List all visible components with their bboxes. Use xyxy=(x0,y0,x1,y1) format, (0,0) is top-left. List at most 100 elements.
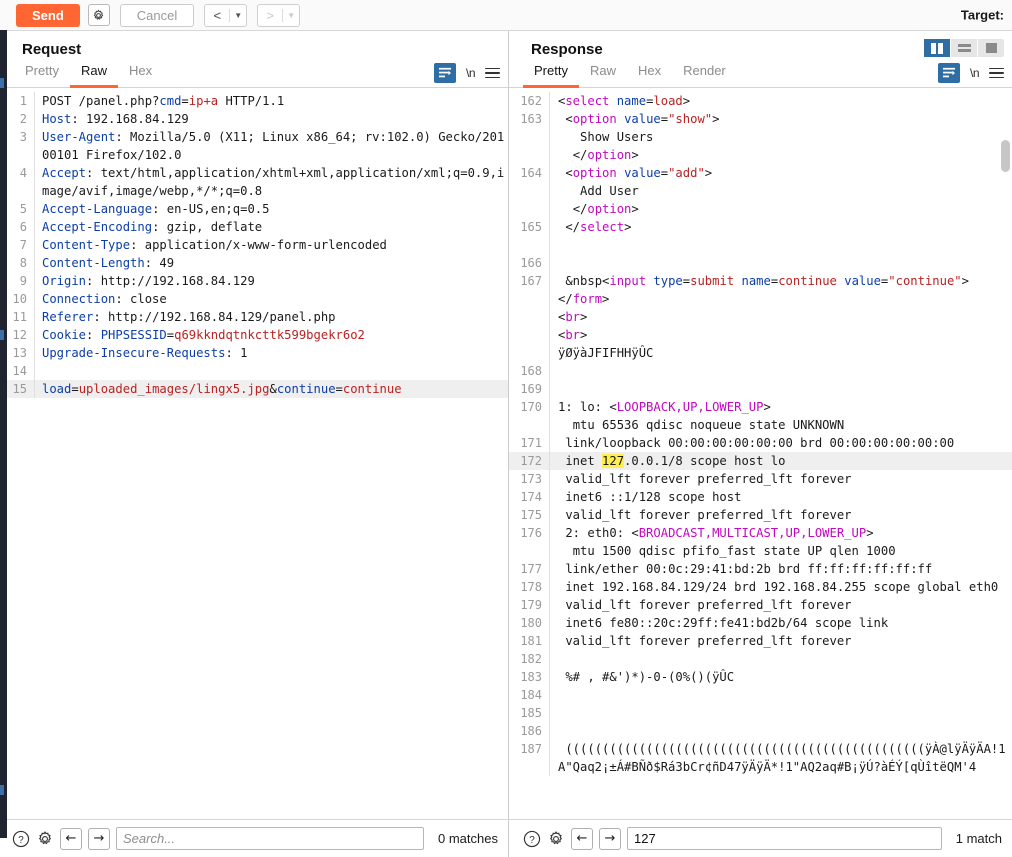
code-line[interactable]: 177 link/ether 00:0c:29:41:bd:2b brd ff:… xyxy=(509,560,1012,578)
code-line[interactable]: 163 <option value="show"> xyxy=(509,110,1012,128)
code-line[interactable]: 172 inet 127.0.0.1/8 scope host lo xyxy=(509,452,1012,470)
code-line[interactable]: 2 Host: 192.168.84.129 xyxy=(0,110,508,128)
tab-request-raw[interactable]: Raw xyxy=(69,59,118,88)
line-content[interactable]: inet6 fe80::20c:29ff:fe41:bd2b/64 scope … xyxy=(549,614,1012,632)
line-content[interactable]: ​ xyxy=(549,686,1012,704)
line-content[interactable]: inet 192.168.84.129/24 brd 192.168.84.25… xyxy=(549,578,1012,596)
code-line[interactable]: 181 valid_lft forever preferred_lft fore… xyxy=(509,632,1012,650)
response-search-prev-button[interactable]: ← xyxy=(571,827,593,850)
line-content[interactable]: Add User xyxy=(549,182,1012,200)
line-content[interactable]: <option value="show"> xyxy=(549,110,1012,128)
response-show-newlines-button[interactable]: \n xyxy=(970,66,980,80)
layout-split-vertical-button[interactable] xyxy=(924,39,950,57)
response-search-input[interactable] xyxy=(627,827,942,850)
request-search-next-button[interactable]: → xyxy=(88,827,110,850)
line-content[interactable]: Accept-Encoding: gzip, deflate xyxy=(34,218,508,236)
code-line[interactable]: 182 ​ xyxy=(509,650,1012,668)
response-word-wrap-button[interactable] xyxy=(937,63,960,83)
code-line[interactable]: 166 ​ xyxy=(509,254,1012,272)
go-back-button[interactable]: < xyxy=(205,5,229,26)
code-line[interactable]: 8 Content-Length: 49 xyxy=(0,254,508,272)
line-content[interactable]: ​ xyxy=(549,722,1012,740)
code-line[interactable]: 185 ​ xyxy=(509,704,1012,722)
tab-request-pretty[interactable]: Pretty xyxy=(14,59,70,88)
line-content[interactable]: Accept: text/html,application/xhtml+xml,… xyxy=(34,164,508,200)
code-line[interactable]: </option> xyxy=(509,200,1012,218)
line-content[interactable]: 2: eth0: <BROADCAST,MULTICAST,UP,LOWER_U… xyxy=(549,524,1012,542)
code-line[interactable]: 175 valid_lft forever preferred_lft fore… xyxy=(509,506,1012,524)
send-button[interactable]: Send xyxy=(16,3,80,27)
line-content[interactable]: <select name=load> xyxy=(549,92,1012,110)
go-back-dropdown-caret[interactable]: ▼ xyxy=(230,5,246,26)
layout-single-pane-button[interactable] xyxy=(978,39,1004,57)
line-content[interactable]: Referer: http://192.168.84.129/panel.php xyxy=(34,308,508,326)
line-content[interactable]: mtu 65536 qdisc noqueue state UNKNOWN xyxy=(549,416,1012,434)
code-line[interactable]: 7 Content-Type: application/x-www-form-ur… xyxy=(0,236,508,254)
code-line[interactable]: ​ xyxy=(509,236,1012,254)
line-content[interactable]: POST /panel.php?cmd=ip+a HTTP/1.1 xyxy=(34,92,508,110)
line-content[interactable]: </form> xyxy=(549,290,1012,308)
line-content[interactable]: mtu 1500 qdisc pfifo_fast state UP qlen … xyxy=(549,542,1012,560)
code-line[interactable]: 171 link/loopback 00:00:00:00:00:00 brd … xyxy=(509,434,1012,452)
tab-response-render[interactable]: Render xyxy=(672,59,737,88)
tab-response-hex[interactable]: Hex xyxy=(627,59,672,88)
line-content[interactable]: User-Agent: Mozilla/5.0 (X11; Linux x86_… xyxy=(34,128,508,164)
line-content[interactable]: Origin: http://192.168.84.129 xyxy=(34,272,508,290)
code-line[interactable]: 184 ​ xyxy=(509,686,1012,704)
line-content[interactable]: link/ether 00:0c:29:41:bd:2b brd ff:ff:f… xyxy=(549,560,1012,578)
line-content[interactable]: <br> xyxy=(549,326,1012,344)
code-line[interactable]: 170 1: lo: <LOOPBACK,UP,LOWER_UP> xyxy=(509,398,1012,416)
request-search-input[interactable] xyxy=(116,827,425,850)
code-line[interactable]: 4 Accept: text/html,application/xhtml+xml… xyxy=(0,164,508,200)
line-content[interactable]: ​ xyxy=(549,704,1012,722)
line-content[interactable]: ​ xyxy=(549,362,1012,380)
line-content[interactable]: 1: lo: <LOOPBACK,UP,LOWER_UP> xyxy=(549,398,1012,416)
code-line[interactable]: 169 ​ xyxy=(509,380,1012,398)
line-content[interactable]: &nbsp<input type=submit name=continue va… xyxy=(549,272,1012,290)
line-content[interactable]: </option> xyxy=(549,146,1012,164)
code-line[interactable]: 178 inet 192.168.84.129/24 brd 192.168.8… xyxy=(509,578,1012,596)
go-forward-group[interactable]: > ▼ xyxy=(257,3,301,27)
code-line[interactable]: 167 &nbsp<input type=submit name=continu… xyxy=(509,272,1012,290)
code-line[interactable]: 165 </select> xyxy=(509,218,1012,236)
line-content[interactable]: ​ xyxy=(549,650,1012,668)
response-search-next-button[interactable]: → xyxy=(599,827,621,850)
code-line[interactable]: 14​ xyxy=(0,362,508,380)
gear-icon[interactable] xyxy=(547,830,565,848)
line-content[interactable]: %# , #&')*)-0-(0%()(ÿÛC xyxy=(549,668,1012,686)
tab-response-raw[interactable]: Raw xyxy=(579,59,627,88)
line-content[interactable]: link/loopback 00:00:00:00:00:00 brd 00:0… xyxy=(549,434,1012,452)
code-line[interactable]: 187 ((((((((((((((((((((((((((((((((((((… xyxy=(509,740,1012,776)
help-icon[interactable]: ? xyxy=(523,830,541,848)
request-code[interactable]: 1 POST /panel.php?cmd=ip+a HTTP/1.1 2 Host:… xyxy=(0,88,508,819)
request-menu-button[interactable] xyxy=(485,67,500,79)
code-line[interactable]: 174 inet6 ::1/128 scope host xyxy=(509,488,1012,506)
request-word-wrap-button[interactable] xyxy=(433,63,456,83)
layout-split-horizontal-button[interactable] xyxy=(951,39,977,57)
code-line[interactable]: 11 Referer: http://192.168.84.129/panel.p… xyxy=(0,308,508,326)
code-line[interactable]: 186 ​ xyxy=(509,722,1012,740)
line-content[interactable]: valid_lft forever preferred_lft forever xyxy=(549,506,1012,524)
code-line[interactable]: 176 2: eth0: <BROADCAST,MULTICAST,UP,LOW… xyxy=(509,524,1012,542)
code-line[interactable]: Show Users xyxy=(509,128,1012,146)
code-line[interactable]: 3 User-Agent: Mozilla/5.0 (X11; Linux x86… xyxy=(0,128,508,164)
code-line[interactable]: 10 Connection: close xyxy=(0,290,508,308)
tab-response-pretty[interactable]: Pretty xyxy=(523,59,579,88)
request-settings-button[interactable] xyxy=(87,4,110,26)
code-line[interactable]: 1 POST /panel.php?cmd=ip+a HTTP/1.1 xyxy=(0,92,508,110)
response-menu-button[interactable] xyxy=(989,67,1004,79)
go-forward-dropdown-caret[interactable]: ▼ xyxy=(283,5,299,26)
code-line[interactable]: Add User xyxy=(509,182,1012,200)
code-line[interactable]: 179 valid_lft forever preferred_lft fore… xyxy=(509,596,1012,614)
request-editor[interactable]: 1 POST /panel.php?cmd=ip+a HTTP/1.1 2 Host:… xyxy=(0,88,508,819)
code-line[interactable]: 5 Accept-Language: en-US,en;q=0.5 xyxy=(0,200,508,218)
request-search-prev-button[interactable]: ← xyxy=(60,827,82,850)
code-line[interactable]: 162 <select name=load> xyxy=(509,92,1012,110)
go-back-group[interactable]: < ▼ xyxy=(204,3,248,27)
request-show-newlines-button[interactable]: \n xyxy=(466,66,476,80)
line-content[interactable]: Host: 192.168.84.129 xyxy=(34,110,508,128)
code-line[interactable]: ÿØÿàJFIFHHÿÛC xyxy=(509,344,1012,362)
code-line[interactable]: 6 Accept-Encoding: gzip, deflate xyxy=(0,218,508,236)
help-icon[interactable]: ? xyxy=(12,830,30,848)
response-vertical-scrollbar[interactable] xyxy=(1001,140,1010,172)
